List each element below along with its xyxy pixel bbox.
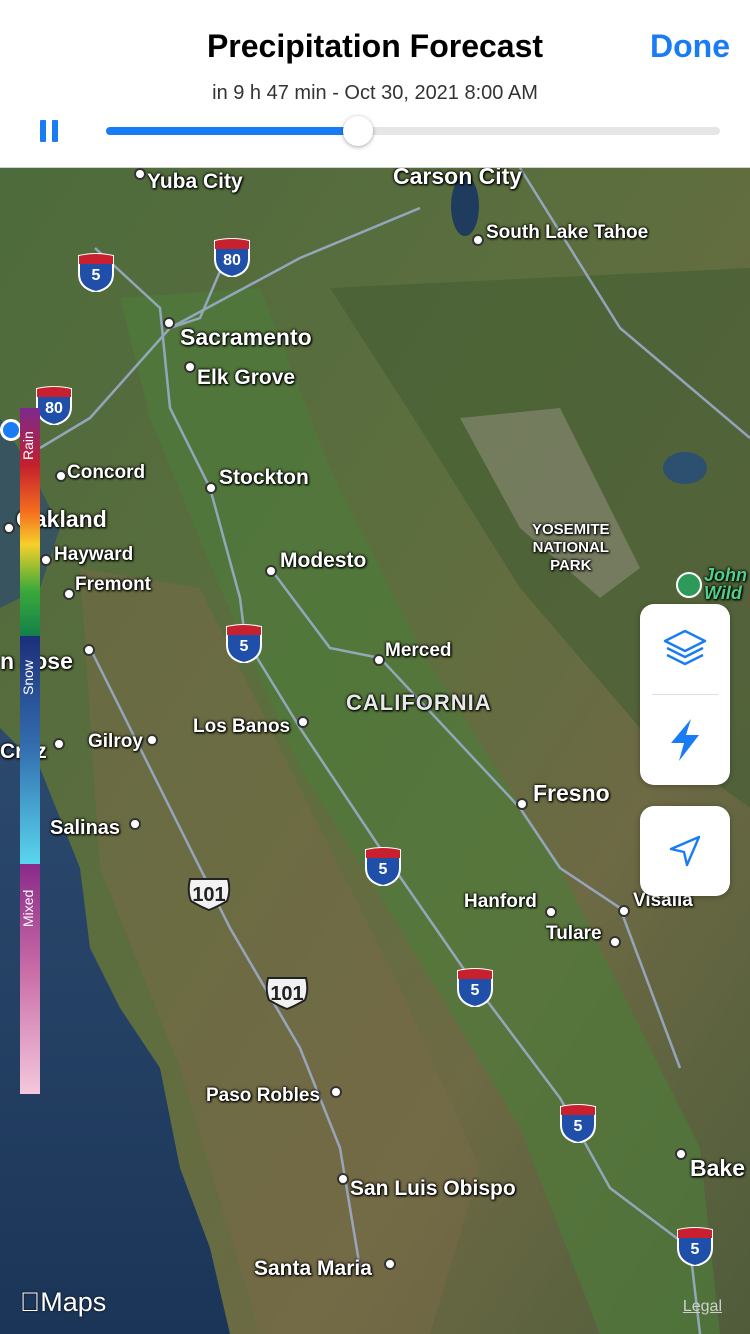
layers-icon <box>663 629 707 666</box>
interstate-shield: 5 <box>676 1226 714 1268</box>
interstate-shield: 5 <box>77 252 115 294</box>
interstate-shield: 5 <box>456 967 494 1009</box>
region-label-california: CALIFORNIA <box>346 690 492 715</box>
city-label-concord[interactable]: Concord <box>67 462 145 484</box>
city-dot <box>134 168 146 180</box>
city-dot <box>205 482 217 494</box>
city-label-fresno[interactable]: Fresno <box>533 780 610 807</box>
us-route-shield: 101 <box>187 877 231 912</box>
city-label-fremont[interactable]: Fremont <box>75 574 151 596</box>
pause-icon-bar <box>52 120 58 142</box>
city-dot <box>337 1173 349 1185</box>
timeline-slider-thumb[interactable] <box>342 116 373 146</box>
layers-button[interactable] <box>640 604 730 694</box>
pause-button[interactable] <box>38 118 60 144</box>
city-dot <box>330 1086 342 1098</box>
location-control <box>640 806 730 896</box>
pause-icon-bar <box>40 120 46 142</box>
city-label-tulare[interactable]: Tulare <box>546 923 602 945</box>
city-dot <box>83 644 95 656</box>
city-label-bakersfield[interactable]: Bake <box>690 1155 745 1182</box>
location-arrow-icon <box>669 835 701 867</box>
city-label-salinas[interactable]: Salinas <box>50 817 120 840</box>
city-dot <box>373 654 385 666</box>
park-label-john-muir[interactable]: John Wild <box>704 566 747 602</box>
current-location-marker[interactable] <box>0 419 22 441</box>
park-label-yosemite[interactable]: YOSEMITE NATIONAL PARK <box>532 521 610 575</box>
city-dot <box>297 716 309 728</box>
satellite-map[interactable]: Yuba City Carson City South Lake Tahoe S… <box>0 168 750 1334</box>
forecast-time-label: in 9 h 47 min - Oct 30, 2021 8:00 AM <box>212 82 538 104</box>
city-dot <box>163 317 175 329</box>
lightning-button[interactable] <box>640 695 730 785</box>
city-dot <box>675 1148 687 1160</box>
apple-logo-icon:  <box>20 1287 40 1317</box>
precipitation-legend: Rain Snow Mixed <box>20 408 40 1094</box>
city-dot <box>53 738 65 750</box>
lightning-icon <box>671 719 699 761</box>
interstate-shield: 80 <box>213 237 251 279</box>
city-label-south-lake-tahoe[interactable]: South Lake Tahoe <box>486 222 648 244</box>
legend-mixed-label: Mixed <box>20 889 36 927</box>
city-label-hayward[interactable]: Hayward <box>54 544 133 566</box>
city-label-santa-maria[interactable]: Santa Maria <box>254 1257 372 1281</box>
us-route-shield: 101 <box>265 976 309 1011</box>
legend-snow-label: Snow <box>20 659 36 695</box>
city-label-stockton[interactable]: Stockton <box>219 466 309 490</box>
city-label-hanford[interactable]: Hanford <box>464 891 537 913</box>
city-dot <box>63 588 75 600</box>
city-dot <box>129 818 141 830</box>
city-label-yuba-city[interactable]: Yuba City <box>147 170 243 194</box>
city-dot <box>609 936 621 948</box>
city-label-carson-city[interactable]: Carson City <box>393 168 522 190</box>
city-label-los-banos[interactable]: Los Banos <box>193 716 290 738</box>
location-button[interactable] <box>640 806 730 896</box>
forecast-header: Precipitation Forecast Done in 9 h 47 mi… <box>0 0 750 168</box>
city-dot <box>516 798 528 810</box>
city-dot <box>472 234 484 246</box>
city-dot <box>3 522 15 534</box>
interstate-shield: 5 <box>559 1103 597 1145</box>
city-label-paso-robles[interactable]: Paso Robles <box>206 1085 320 1107</box>
city-dot <box>184 361 196 373</box>
interstate-shield: 5 <box>225 623 263 665</box>
legend-rain-label: Rain <box>20 431 36 461</box>
legal-link[interactable]: Legal <box>683 1298 722 1316</box>
city-label-modesto[interactable]: Modesto <box>280 549 366 573</box>
city-dot <box>384 1258 396 1270</box>
city-dot <box>40 554 52 566</box>
city-label-gilroy[interactable]: Gilroy <box>88 731 143 753</box>
map-controls-group <box>640 604 730 785</box>
city-dot <box>545 906 557 918</box>
city-label-merced[interactable]: Merced <box>385 640 452 662</box>
city-dot <box>618 905 630 917</box>
city-dot <box>146 734 158 746</box>
city-label-sacramento[interactable]: Sacramento <box>180 324 312 351</box>
maps-attribution: Maps <box>20 1287 106 1317</box>
timeline-slider-fill <box>106 127 358 135</box>
city-label-san-luis-obispo[interactable]: San Luis Obispo <box>350 1177 516 1201</box>
page-title: Precipitation Forecast <box>206 28 544 64</box>
city-label-elk-grove[interactable]: Elk Grove <box>197 366 295 390</box>
park-tree-icon[interactable] <box>676 572 702 598</box>
timeline-slider[interactable] <box>106 116 720 146</box>
city-dot <box>55 470 67 482</box>
interstate-shield: 5 <box>364 846 402 888</box>
city-dot <box>265 565 277 577</box>
interstate-shield: 80 <box>35 385 73 427</box>
done-button[interactable]: Done <box>650 28 730 65</box>
